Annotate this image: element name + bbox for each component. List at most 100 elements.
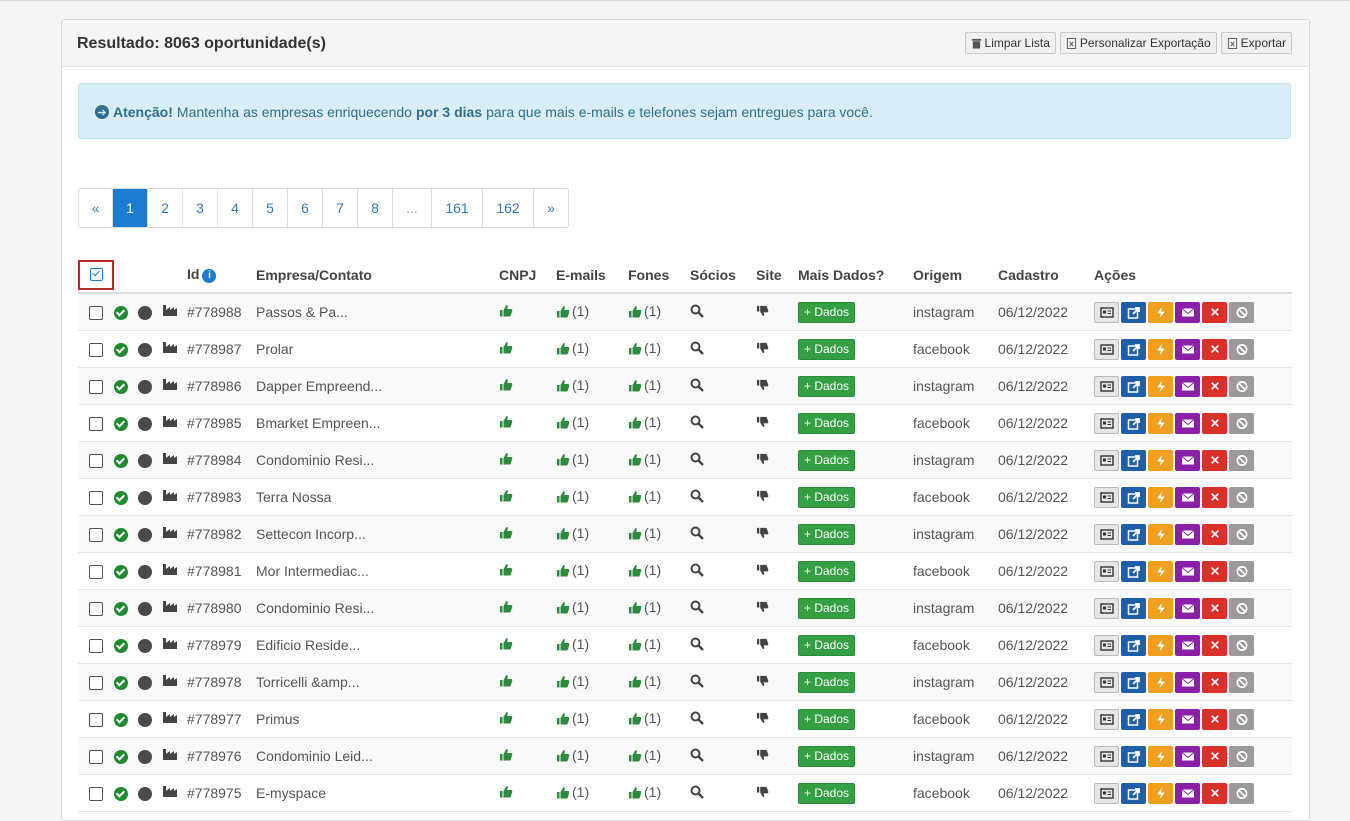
phones-status[interactable]: (1) <box>628 451 661 467</box>
header-site[interactable]: Site <box>756 257 798 294</box>
share-button[interactable] <box>1121 523 1146 545</box>
row-company[interactable]: Passos & Pa... <box>256 293 499 331</box>
more-data-button[interactable]: + Dados <box>798 634 856 656</box>
search-icon[interactable] <box>690 489 704 503</box>
enrich-button[interactable] <box>1148 708 1173 730</box>
share-button[interactable] <box>1121 560 1146 582</box>
delete-button[interactable] <box>1202 782 1227 804</box>
id-card-button[interactable] <box>1094 708 1119 730</box>
search-icon[interactable] <box>690 748 704 762</box>
header-cnpj[interactable]: CNPJ <box>499 257 556 294</box>
email-button[interactable] <box>1175 782 1200 804</box>
search-icon[interactable] <box>690 452 704 466</box>
row-company[interactable]: Condominio Leid... <box>256 737 499 775</box>
page-4[interactable]: 4 <box>218 189 253 227</box>
more-data-button[interactable]: + Dados <box>798 745 856 767</box>
row-company[interactable]: Prolar <box>256 330 499 368</box>
customize-export-button[interactable]: Personalizar Exportação <box>1059 32 1217 54</box>
page-8[interactable]: 8 <box>358 189 393 227</box>
email-button[interactable] <box>1175 597 1200 619</box>
emails-status[interactable]: (1) <box>556 636 589 652</box>
enrich-button[interactable] <box>1148 375 1173 397</box>
delete-button[interactable] <box>1202 412 1227 434</box>
share-button[interactable] <box>1121 486 1146 508</box>
phones-status[interactable]: (1) <box>628 599 661 615</box>
page-162[interactable]: 162 <box>483 189 534 227</box>
enrich-button[interactable] <box>1148 560 1173 582</box>
row-checkbox[interactable] <box>89 713 103 728</box>
emails-status[interactable]: (1) <box>556 340 589 356</box>
search-icon[interactable] <box>690 674 704 688</box>
row-checkbox[interactable] <box>89 306 103 321</box>
row-checkbox[interactable] <box>89 528 103 543</box>
block-button[interactable] <box>1229 560 1254 582</box>
select-all-checkbox[interactable] <box>78 259 114 290</box>
delete-button[interactable] <box>1202 486 1227 508</box>
email-button[interactable] <box>1175 634 1200 656</box>
email-button[interactable] <box>1175 745 1200 767</box>
id-card-button[interactable] <box>1094 412 1119 434</box>
row-company[interactable]: Terra Nossa <box>256 478 499 516</box>
email-button[interactable] <box>1175 708 1200 730</box>
emails-status[interactable]: (1) <box>556 747 589 763</box>
email-button[interactable] <box>1175 412 1200 434</box>
block-button[interactable] <box>1229 671 1254 693</box>
phones-status[interactable]: (1) <box>628 636 661 652</box>
row-company[interactable]: Torricelli &amp... <box>256 663 499 701</box>
emails-status[interactable]: (1) <box>556 562 589 578</box>
more-data-button[interactable]: + Dados <box>798 375 856 397</box>
row-company[interactable]: Condominio Resi... <box>256 441 499 479</box>
row-checkbox[interactable] <box>89 787 103 802</box>
id-card-button[interactable] <box>1094 375 1119 397</box>
page-ellipsis[interactable]: ... <box>393 189 432 227</box>
row-checkbox[interactable] <box>89 676 103 691</box>
row-checkbox[interactable] <box>89 602 103 617</box>
block-button[interactable] <box>1229 708 1254 730</box>
id-card-button[interactable] <box>1094 338 1119 360</box>
row-checkbox[interactable] <box>89 343 103 358</box>
header-origin[interactable]: Origem <box>913 257 998 294</box>
emails-status[interactable]: (1) <box>556 377 589 393</box>
search-icon[interactable] <box>690 526 704 540</box>
more-data-button[interactable]: + Dados <box>798 708 856 730</box>
page-2[interactable]: 2 <box>148 189 183 227</box>
search-icon[interactable] <box>690 600 704 614</box>
share-button[interactable] <box>1121 745 1146 767</box>
block-button[interactable] <box>1229 449 1254 471</box>
block-button[interactable] <box>1229 486 1254 508</box>
info-icon[interactable]: i <box>202 269 217 283</box>
id-card-button[interactable] <box>1094 560 1119 582</box>
emails-status[interactable]: (1) <box>556 451 589 467</box>
id-card-button[interactable] <box>1094 782 1119 804</box>
page-1[interactable]: 1 <box>113 189 148 227</box>
phones-status[interactable]: (1) <box>628 414 661 430</box>
block-button[interactable] <box>1229 523 1254 545</box>
block-button[interactable] <box>1229 301 1254 323</box>
share-button[interactable] <box>1121 375 1146 397</box>
more-data-button[interactable]: + Dados <box>798 338 856 360</box>
page-161[interactable]: 161 <box>432 189 483 227</box>
id-card-button[interactable] <box>1094 523 1119 545</box>
email-button[interactable] <box>1175 523 1200 545</box>
email-button[interactable] <box>1175 671 1200 693</box>
share-button[interactable] <box>1121 449 1146 471</box>
row-company[interactable]: Primus <box>256 700 499 738</box>
enrich-button[interactable] <box>1148 338 1173 360</box>
header-phones[interactable]: Fones <box>628 257 690 294</box>
emails-status[interactable]: (1) <box>556 599 589 615</box>
more-data-button[interactable]: + Dados <box>798 782 856 804</box>
delete-button[interactable] <box>1202 708 1227 730</box>
share-button[interactable] <box>1121 634 1146 656</box>
export-button[interactable]: Exportar <box>1220 32 1292 54</box>
share-button[interactable] <box>1121 708 1146 730</box>
search-icon[interactable] <box>690 341 704 355</box>
email-button[interactable] <box>1175 375 1200 397</box>
page-3[interactable]: 3 <box>183 189 218 227</box>
id-card-button[interactable] <box>1094 634 1119 656</box>
share-button[interactable] <box>1121 301 1146 323</box>
enrich-button[interactable] <box>1148 523 1173 545</box>
row-checkbox[interactable] <box>89 417 103 432</box>
block-button[interactable] <box>1229 597 1254 619</box>
enrich-button[interactable] <box>1148 301 1173 323</box>
phones-status[interactable]: (1) <box>628 488 661 504</box>
